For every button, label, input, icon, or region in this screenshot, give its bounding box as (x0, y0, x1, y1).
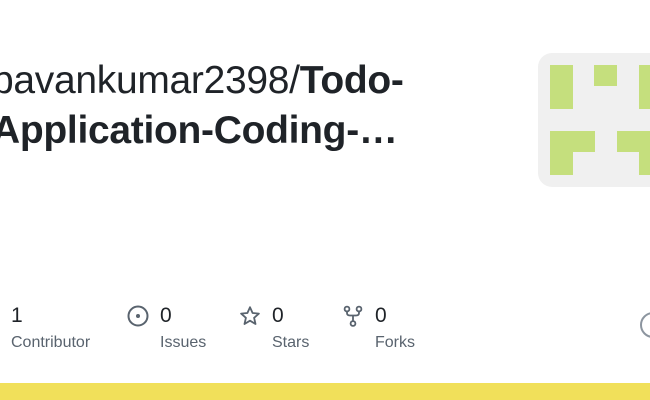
owner-avatar[interactable] (538, 53, 650, 187)
repo-owner[interactable]: pavankumar2398/ (0, 59, 300, 102)
contributors-label: Contributor (11, 334, 91, 351)
star-icon (240, 306, 260, 325)
repo-title[interactable]: pavankumar2398/Todo-Application-Coding-… (0, 56, 512, 156)
avatar-tile (594, 65, 617, 86)
stars-count: 0 (272, 304, 284, 327)
avatar-tile (639, 65, 650, 109)
forks-stat[interactable]: 0 Forks (341, 300, 441, 360)
avatar-tile (550, 65, 573, 109)
language-bar (0, 383, 650, 400)
fork-icon (343, 305, 363, 327)
stars-stat[interactable]: 0 Stars (238, 300, 338, 360)
issue-circle-icon (127, 305, 149, 327)
issues-stat[interactable]: 0 Issues (126, 300, 226, 360)
forks-label: Forks (375, 334, 415, 351)
stars-label: Stars (272, 334, 310, 351)
repo-stats: 1 Contributor 0 Issues 0 Stars 0 Forks (0, 300, 650, 360)
avatar-tile (639, 131, 650, 175)
avatar-tile (550, 131, 573, 175)
contributors-count: 1 (11, 304, 23, 327)
forks-count: 0 (375, 304, 387, 327)
issues-count: 0 (160, 304, 172, 327)
issues-label: Issues (160, 334, 207, 351)
contributors-stat[interactable]: 1 Contributor (0, 300, 110, 360)
